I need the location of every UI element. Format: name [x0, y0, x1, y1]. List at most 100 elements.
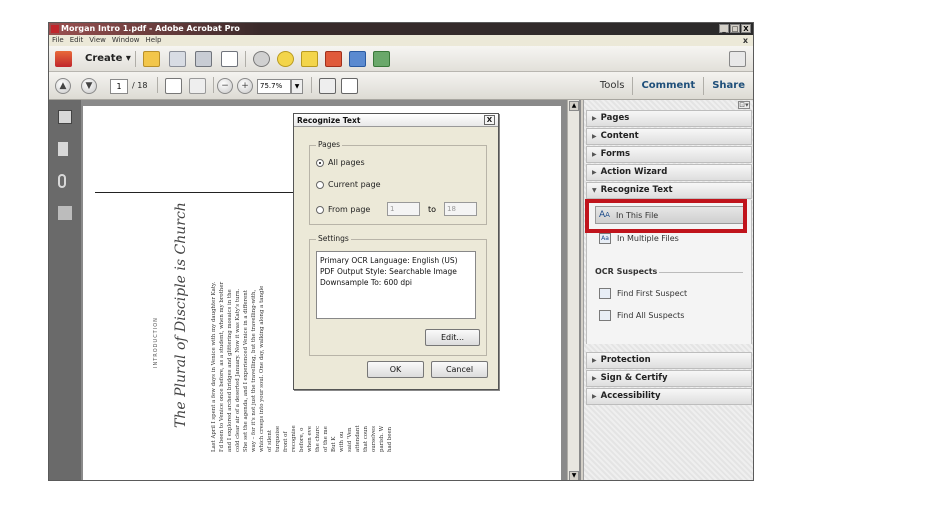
chevron-right-icon: ▶	[592, 133, 597, 140]
next-page-icon[interactable]: ▼	[81, 78, 97, 94]
export-icon[interactable]	[373, 51, 390, 67]
zoom-level-input[interactable]: 75.7%	[257, 79, 291, 94]
menu-help[interactable]: Help	[146, 35, 162, 46]
email-icon[interactable]	[221, 51, 238, 67]
menu-file[interactable]: File	[52, 35, 64, 46]
sign-icon[interactable]	[325, 51, 342, 67]
save-icon[interactable]	[169, 51, 186, 67]
current-page-option[interactable]: Current page	[316, 180, 381, 189]
body-fragment: the churc	[315, 425, 321, 452]
radio-icon	[316, 180, 324, 189]
section-label: Pages	[600, 113, 630, 123]
menu-edit[interactable]: Edit	[70, 35, 84, 46]
section-content[interactable]: ▶ Content	[586, 128, 752, 145]
share-doc-icon[interactable]	[349, 51, 366, 67]
scroll-down-icon[interactable]: ▼	[569, 471, 579, 480]
previous-page-icon[interactable]: ▲	[55, 78, 71, 94]
fit-width-icon[interactable]	[341, 78, 358, 94]
close-window-button[interactable]: X	[741, 24, 751, 33]
find-all-suspects-item[interactable]: Find All Suspects	[599, 310, 684, 321]
chevron-right-icon: ▶	[592, 375, 597, 382]
to-page-field[interactable]: 18	[444, 202, 477, 216]
section-label: Forms	[600, 149, 631, 159]
body-line: She set the agenda, and I experienced Ve…	[243, 290, 249, 452]
bookmarks-icon[interactable]	[58, 142, 68, 156]
settings-group-label: Settings	[316, 234, 351, 243]
tab-share[interactable]: Share	[703, 77, 753, 95]
chapter-title: The Plural of Disciple is Church	[173, 202, 189, 428]
vertical-scrollbar[interactable]: ▲ ▼	[567, 100, 579, 480]
window-title-bar: Morgan Intro 1.pdf - Adobe Acrobat Pro _…	[49, 23, 753, 35]
chevron-down-icon: ▼	[592, 187, 597, 194]
menu-view[interactable]: View	[89, 35, 106, 46]
dialog-title-bar: Recognize Text X	[294, 114, 498, 127]
open-folder-icon[interactable]	[143, 51, 160, 67]
ocr-suspects-heading: OCR Suspects	[595, 267, 658, 276]
highlight-icon[interactable]	[301, 51, 318, 67]
body-fragment: before, o	[299, 427, 305, 452]
body-line: and I explored arched bridges and glitte…	[227, 289, 233, 452]
tools-pane: ⊡▾ ▶ Pages ▶ Content ▶ Forms ▶ Action Wizard…	[583, 100, 753, 480]
pane-options-icon[interactable]: ⊡▾	[738, 101, 750, 109]
body-fragment: turquoise	[275, 425, 281, 452]
toolbar-divider	[311, 77, 312, 93]
body-fragment: ourselves	[371, 426, 377, 452]
attachments-icon[interactable]	[58, 174, 66, 188]
signatures-icon[interactable]	[58, 206, 72, 220]
select-tool-icon[interactable]	[165, 78, 182, 94]
from-page-field[interactable]: 1	[387, 202, 420, 216]
to-label: to	[428, 205, 437, 214]
print-icon[interactable]	[195, 51, 212, 67]
chevron-right-icon: ▶	[592, 115, 597, 122]
tab-comment[interactable]: Comment	[632, 77, 703, 95]
minimize-button[interactable]: _	[719, 24, 729, 33]
close-document-button[interactable]: x	[743, 35, 748, 46]
fit-page-icon[interactable]	[319, 78, 336, 94]
tab-tools[interactable]: Tools	[592, 77, 633, 95]
section-action-wizard[interactable]: ▶ Action Wizard	[586, 164, 752, 181]
in-multiple-files-item[interactable]: Aa In Multiple Files	[599, 233, 679, 244]
expand-icon[interactable]	[729, 51, 746, 67]
section-recognize-text[interactable]: ▼ Recognize Text	[586, 182, 752, 199]
dialog-close-button[interactable]: X	[484, 115, 495, 125]
body-fragment: that coun	[363, 426, 369, 452]
body-line: way – for it's not just the travelling, …	[251, 289, 257, 452]
body-fragment: with ou	[339, 431, 345, 452]
section-accessibility[interactable]: ▶ Accessibility	[586, 388, 752, 405]
scroll-up-icon[interactable]: ▲	[569, 101, 579, 111]
menu-window[interactable]: Window	[112, 35, 140, 46]
body-fragment: But K	[331, 436, 337, 452]
cancel-button[interactable]: Cancel	[431, 361, 488, 378]
page-rule	[95, 192, 295, 193]
create-pdf-icon[interactable]	[55, 51, 72, 67]
create-button[interactable]: Create ▾	[85, 53, 131, 64]
toolbar-divider	[213, 77, 214, 93]
comment-bubble-icon[interactable]	[277, 51, 294, 67]
zoom-in-icon[interactable]: +	[237, 78, 253, 94]
settings-gear-icon[interactable]	[253, 51, 270, 67]
chevron-right-icon: ▶	[592, 357, 597, 364]
section-pages[interactable]: ▶ Pages	[586, 110, 752, 127]
dialog-title: Recognize Text	[297, 116, 361, 125]
find-first-label: Find First Suspect	[617, 289, 688, 298]
maximize-button[interactable]: □	[730, 24, 740, 33]
create-label: Create	[85, 53, 123, 64]
page-thumbnails-icon[interactable]	[58, 110, 72, 124]
section-sign-certify[interactable]: ▶ Sign & Certify	[586, 370, 752, 387]
ok-button[interactable]: OK	[367, 361, 424, 378]
find-first-suspect-item[interactable]: Find First Suspect	[599, 288, 687, 299]
body-fragment: front of	[283, 431, 289, 452]
edit-button[interactable]: Edit...	[425, 329, 480, 346]
hand-tool-icon[interactable]	[189, 78, 206, 94]
section-protection[interactable]: ▶ Protection	[586, 352, 752, 369]
all-pages-option[interactable]: All pages	[316, 158, 365, 167]
zoom-out-icon[interactable]: −	[217, 78, 233, 94]
zoom-dropdown-icon[interactable]: ▼	[291, 79, 303, 94]
page-number-input[interactable]: 1	[110, 79, 128, 94]
find-all-label: Find All Suspects	[617, 311, 685, 320]
toolbar-divider	[157, 77, 158, 93]
section-forms[interactable]: ▶ Forms	[586, 146, 752, 163]
menu-bar: File Edit View Window Help x	[49, 35, 753, 46]
from-page-option[interactable]: From page	[316, 205, 370, 214]
section-label: Sign & Certify	[600, 373, 668, 383]
